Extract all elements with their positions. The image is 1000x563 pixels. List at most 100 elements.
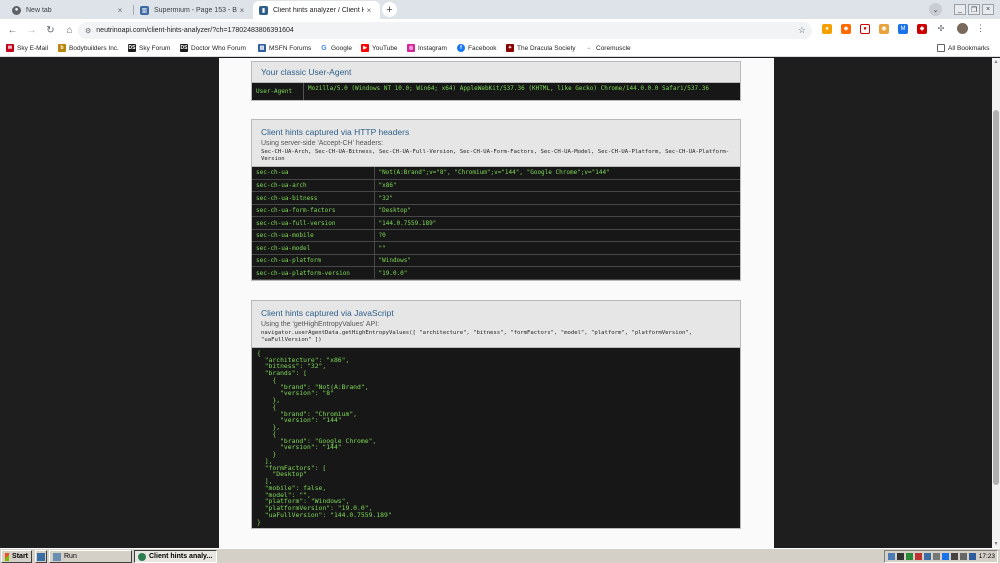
scroll-up-icon[interactable]: ▲ bbox=[993, 59, 999, 65]
tray-icon[interactable] bbox=[923, 553, 931, 560]
bookmark-sky-email[interactable]: ✉ Sky E-Mail bbox=[6, 44, 48, 52]
new-tab-button[interactable]: + bbox=[382, 2, 397, 17]
tab-supermium[interactable]: ▥ Supermium - Page 153 - Brow × bbox=[134, 1, 253, 19]
puzzle-icon[interactable]: ✣ bbox=[936, 23, 946, 34]
bookmark-sky-forum[interactable]: DS Sky Forum bbox=[128, 44, 170, 52]
network-icon[interactable] bbox=[968, 553, 976, 560]
google-icon: G bbox=[320, 44, 328, 52]
bookmark-doctor-who[interactable]: DS Doctor Who Forum bbox=[180, 44, 246, 52]
table-row: sec-ch-ua-mobile ?0 bbox=[252, 229, 740, 243]
tab-title: New tab bbox=[26, 6, 52, 14]
hint-value: ?0 bbox=[374, 229, 740, 243]
bookmark-google[interactable]: G Google bbox=[320, 44, 352, 52]
run-icon bbox=[53, 552, 61, 561]
hint-value: "Windows" bbox=[374, 254, 740, 268]
table-row: sec-ch-ua "Not(A:Brand";v="8", "Chromium"… bbox=[252, 166, 740, 180]
menu-icon[interactable]: ⋮ bbox=[976, 23, 985, 34]
bookmark-coremuscle[interactable]: ↔ Coremuscle bbox=[585, 44, 631, 52]
neutrino-icon: ▮ bbox=[259, 5, 268, 15]
bookmark-label: The Dracula Society bbox=[517, 44, 576, 52]
bookmark-msfn[interactable]: ▥ MSFN Forums bbox=[258, 44, 311, 52]
address-bar[interactable]: ⚙ neutrinoapi.com/client-hints-analyzer/… bbox=[78, 22, 812, 39]
extension-icon[interactable]: M bbox=[898, 23, 908, 34]
bookmark-dracula[interactable]: ✦ The Dracula Society bbox=[506, 44, 576, 52]
tab-search-icon[interactable]: ⌄ bbox=[929, 3, 942, 16]
tray-icon[interactable] bbox=[932, 553, 940, 560]
tray-icon[interactable] bbox=[896, 553, 904, 560]
bookmark-instagram[interactable]: ◎ Instagram bbox=[407, 44, 447, 52]
hint-key: sec-ch-ua-platform-version bbox=[252, 266, 375, 280]
user-agent-value: Mozilla/5.0 (Windows NT 10.0; Win64; x64… bbox=[308, 85, 709, 92]
js-hints-panel: Client hints captured via JavaScript Usi… bbox=[251, 300, 741, 530]
instagram-icon: ◎ bbox=[407, 44, 415, 52]
tray-icon[interactable] bbox=[887, 553, 895, 560]
accept-ch-headers-list: Sec-CH-UA-Arch, Sec-CH-UA-Bitness, Sec-C… bbox=[261, 149, 730, 162]
user-agent-row: User-Agent Mozilla/5.0 (Windows NT 10.0;… bbox=[252, 83, 740, 100]
bookmark-label: Google bbox=[331, 44, 352, 52]
hint-key: sec-ch-ua-mobile bbox=[252, 229, 375, 243]
reload-icon[interactable]: ↻ bbox=[41, 21, 60, 40]
quicklaunch-button[interactable] bbox=[35, 550, 47, 563]
minimize-button[interactable]: _ bbox=[954, 4, 966, 15]
maximize-button[interactable]: ❐ bbox=[968, 4, 980, 15]
bookmark-star-icon[interactable]: ☆ bbox=[798, 25, 806, 36]
panel-subtitle: Using the 'getHighEntropyValues' API: bbox=[261, 321, 380, 328]
start-button[interactable]: Start bbox=[1, 550, 32, 563]
window-controls: ⌄ _ ❐ × bbox=[929, 0, 994, 19]
taskbar-client-hints[interactable]: Client hints analy... bbox=[134, 550, 217, 563]
coremuscle-icon: ↔ bbox=[585, 44, 593, 52]
sky-icon: ✉ bbox=[6, 44, 14, 52]
close-icon[interactable]: × bbox=[115, 6, 125, 15]
user-agent-panel: Your classic User-Agent User-Agent Mozil… bbox=[251, 61, 741, 101]
tray-icon[interactable] bbox=[950, 553, 958, 560]
extension-icon[interactable]: ◆ bbox=[841, 23, 851, 34]
tray-icon[interactable] bbox=[914, 553, 922, 560]
forward-icon[interactable]: → bbox=[22, 21, 41, 40]
close-window-button[interactable]: × bbox=[982, 4, 994, 15]
hint-key: sec-ch-ua-arch bbox=[252, 179, 375, 193]
taskbar: Start Run Client hints analy... 17:23 bbox=[0, 548, 1000, 563]
http-hints-panel: Client hints captured via HTTP headers U… bbox=[251, 119, 741, 281]
taskbar-run[interactable]: Run bbox=[49, 550, 132, 563]
panel-header: Client hints captured via JavaScript Usi… bbox=[252, 301, 740, 348]
avatar[interactable] bbox=[957, 23, 968, 34]
bookmark-facebook[interactable]: f Facebook bbox=[457, 44, 497, 52]
back-icon[interactable]: ← bbox=[3, 21, 22, 40]
extension-icon[interactable]: ● bbox=[860, 23, 870, 34]
all-bookmarks-button[interactable]: All Bookmarks bbox=[937, 44, 990, 52]
close-icon[interactable]: × bbox=[364, 6, 374, 15]
site-info-icon[interactable]: ⚙ bbox=[85, 27, 91, 35]
extension-icon[interactable]: ◉ bbox=[879, 23, 889, 34]
extension-icon[interactable]: ● bbox=[822, 23, 832, 34]
tray-icon[interactable] bbox=[905, 553, 913, 560]
close-icon[interactable]: × bbox=[237, 6, 247, 15]
home-icon[interactable]: ⌂ bbox=[60, 21, 79, 40]
bookmark-label: Bodybuilders Inc. bbox=[69, 44, 119, 52]
page-viewport: Your classic User-Agent User-Agent Mozil… bbox=[0, 58, 992, 548]
tab-new-tab[interactable]: ● New tab × bbox=[6, 1, 131, 19]
folder-icon bbox=[937, 44, 945, 52]
tab-title: Client hints analyzer / Client H bbox=[273, 6, 364, 14]
system-tray: 17:23 bbox=[883, 550, 998, 563]
ublock-icon[interactable]: ◆ bbox=[917, 23, 927, 34]
bookmark-bodybuilders[interactable]: b Bodybuilders Inc. bbox=[58, 44, 119, 52]
panel-title: Client hints captured via JavaScript bbox=[261, 308, 394, 318]
table-row: sec-ch-ua-form-factors "Desktop" bbox=[252, 204, 740, 218]
bookmark-label: Facebook bbox=[468, 44, 497, 52]
hint-value: "x86" bbox=[374, 179, 740, 193]
scroll-down-icon[interactable]: ▼ bbox=[993, 541, 999, 547]
scrollbar-thumb[interactable] bbox=[993, 110, 999, 485]
tray-icon[interactable] bbox=[941, 553, 949, 560]
tab-client-hints[interactable]: ▮ Client hints analyzer / Client H × bbox=[253, 1, 380, 19]
bookmark-label: Sky Forum bbox=[139, 44, 171, 52]
url-text[interactable]: neutrinoapi.com/client-hints-analyzer/?c… bbox=[96, 27, 294, 34]
bookmark-youtube[interactable]: ▶ YouTube bbox=[361, 44, 398, 52]
volume-icon[interactable] bbox=[959, 553, 967, 560]
page-scrollbar[interactable]: ▲ ▼ bbox=[992, 58, 1000, 548]
clock[interactable]: 17:23 bbox=[979, 553, 995, 560]
panel-title: Client hints captured via HTTP headers bbox=[261, 127, 410, 137]
hint-key: sec-ch-ua-form-factors bbox=[252, 204, 375, 218]
browser-toolbar: ← → ↻ ⌂ ⚙ neutrinoapi.com/client-hints-a… bbox=[0, 19, 1000, 42]
plus-icon: + bbox=[386, 3, 393, 16]
bookmark-label: Sky E-Mail bbox=[17, 44, 49, 52]
